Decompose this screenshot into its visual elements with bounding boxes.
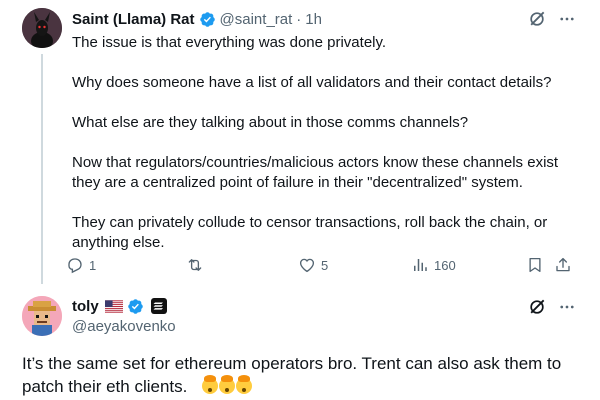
author-name[interactable]: toly <box>72 298 99 315</box>
verified-badge-icon <box>199 11 215 27</box>
grok-icon[interactable] <box>526 8 548 30</box>
tweet-text: The issue is that everything was done pr… <box>72 33 587 253</box>
exploding-head-emoji-icon <box>236 375 253 394</box>
solana-badge-icon <box>150 298 167 314</box>
thread-line <box>41 54 43 284</box>
like-icon <box>299 258 315 273</box>
verified-badge-icon <box>127 298 143 314</box>
tweet-header: Saint (Llama) Rat @saint_rat · 1h <box>72 9 322 29</box>
author-name[interactable]: Saint (Llama) Rat <box>72 11 195 28</box>
bookmark-icon <box>529 257 541 273</box>
tweet-paragraph: Why does someone have a list of all vali… <box>72 74 552 91</box>
exploding-head-emoji-icon <box>202 375 219 394</box>
reply-count: 1 <box>89 257 97 273</box>
llama-avatar-image <box>22 8 62 48</box>
tweet-paragraph: They can privately collude to censor tra… <box>72 214 548 251</box>
pixel-avatar-image <box>22 296 62 336</box>
exploding-head-emoji-icon <box>219 375 236 394</box>
separator-dot: · <box>296 10 302 28</box>
author-handle[interactable]: @saint_rat <box>220 11 293 28</box>
repost-button[interactable] <box>186 254 209 276</box>
author-avatar[interactable] <box>22 296 62 336</box>
us-flag-icon <box>104 299 123 313</box>
tweet-action-bar: 1 5 160 <box>66 254 586 276</box>
bookmark-button[interactable] <box>526 254 544 276</box>
tweet-paragraph: The issue is that everything was done pr… <box>72 34 387 51</box>
share-icon <box>556 257 570 272</box>
tweet-header: toly <box>72 296 167 316</box>
reply-icon <box>68 258 82 274</box>
repost-icon <box>188 259 202 271</box>
like-button[interactable]: 5 <box>298 254 328 276</box>
more-dots-icon[interactable] <box>556 296 578 318</box>
more-dots-icon[interactable] <box>556 8 578 30</box>
timestamp[interactable]: 1h <box>305 11 322 28</box>
tweet-paragraph: Now that regulators/countries/malicious … <box>72 154 559 191</box>
tweet-paragraph: It’s the same set for ethereum operators… <box>22 354 562 396</box>
author-avatar[interactable] <box>22 8 62 48</box>
views-count: 160 <box>434 257 456 273</box>
tweet-paragraph: What else are they talking about in thos… <box>72 114 469 131</box>
views-icon <box>414 259 427 271</box>
tweet-text: It’s the same set for ethereum operators… <box>22 352 592 398</box>
views-button[interactable]: 160 <box>411 254 456 276</box>
grok-icon[interactable] <box>526 296 548 318</box>
like-count: 5 <box>321 257 329 273</box>
author-handle[interactable]: @aeyakovenko <box>72 318 176 335</box>
share-button[interactable] <box>554 254 572 276</box>
reply-button[interactable]: 1 <box>66 254 96 276</box>
